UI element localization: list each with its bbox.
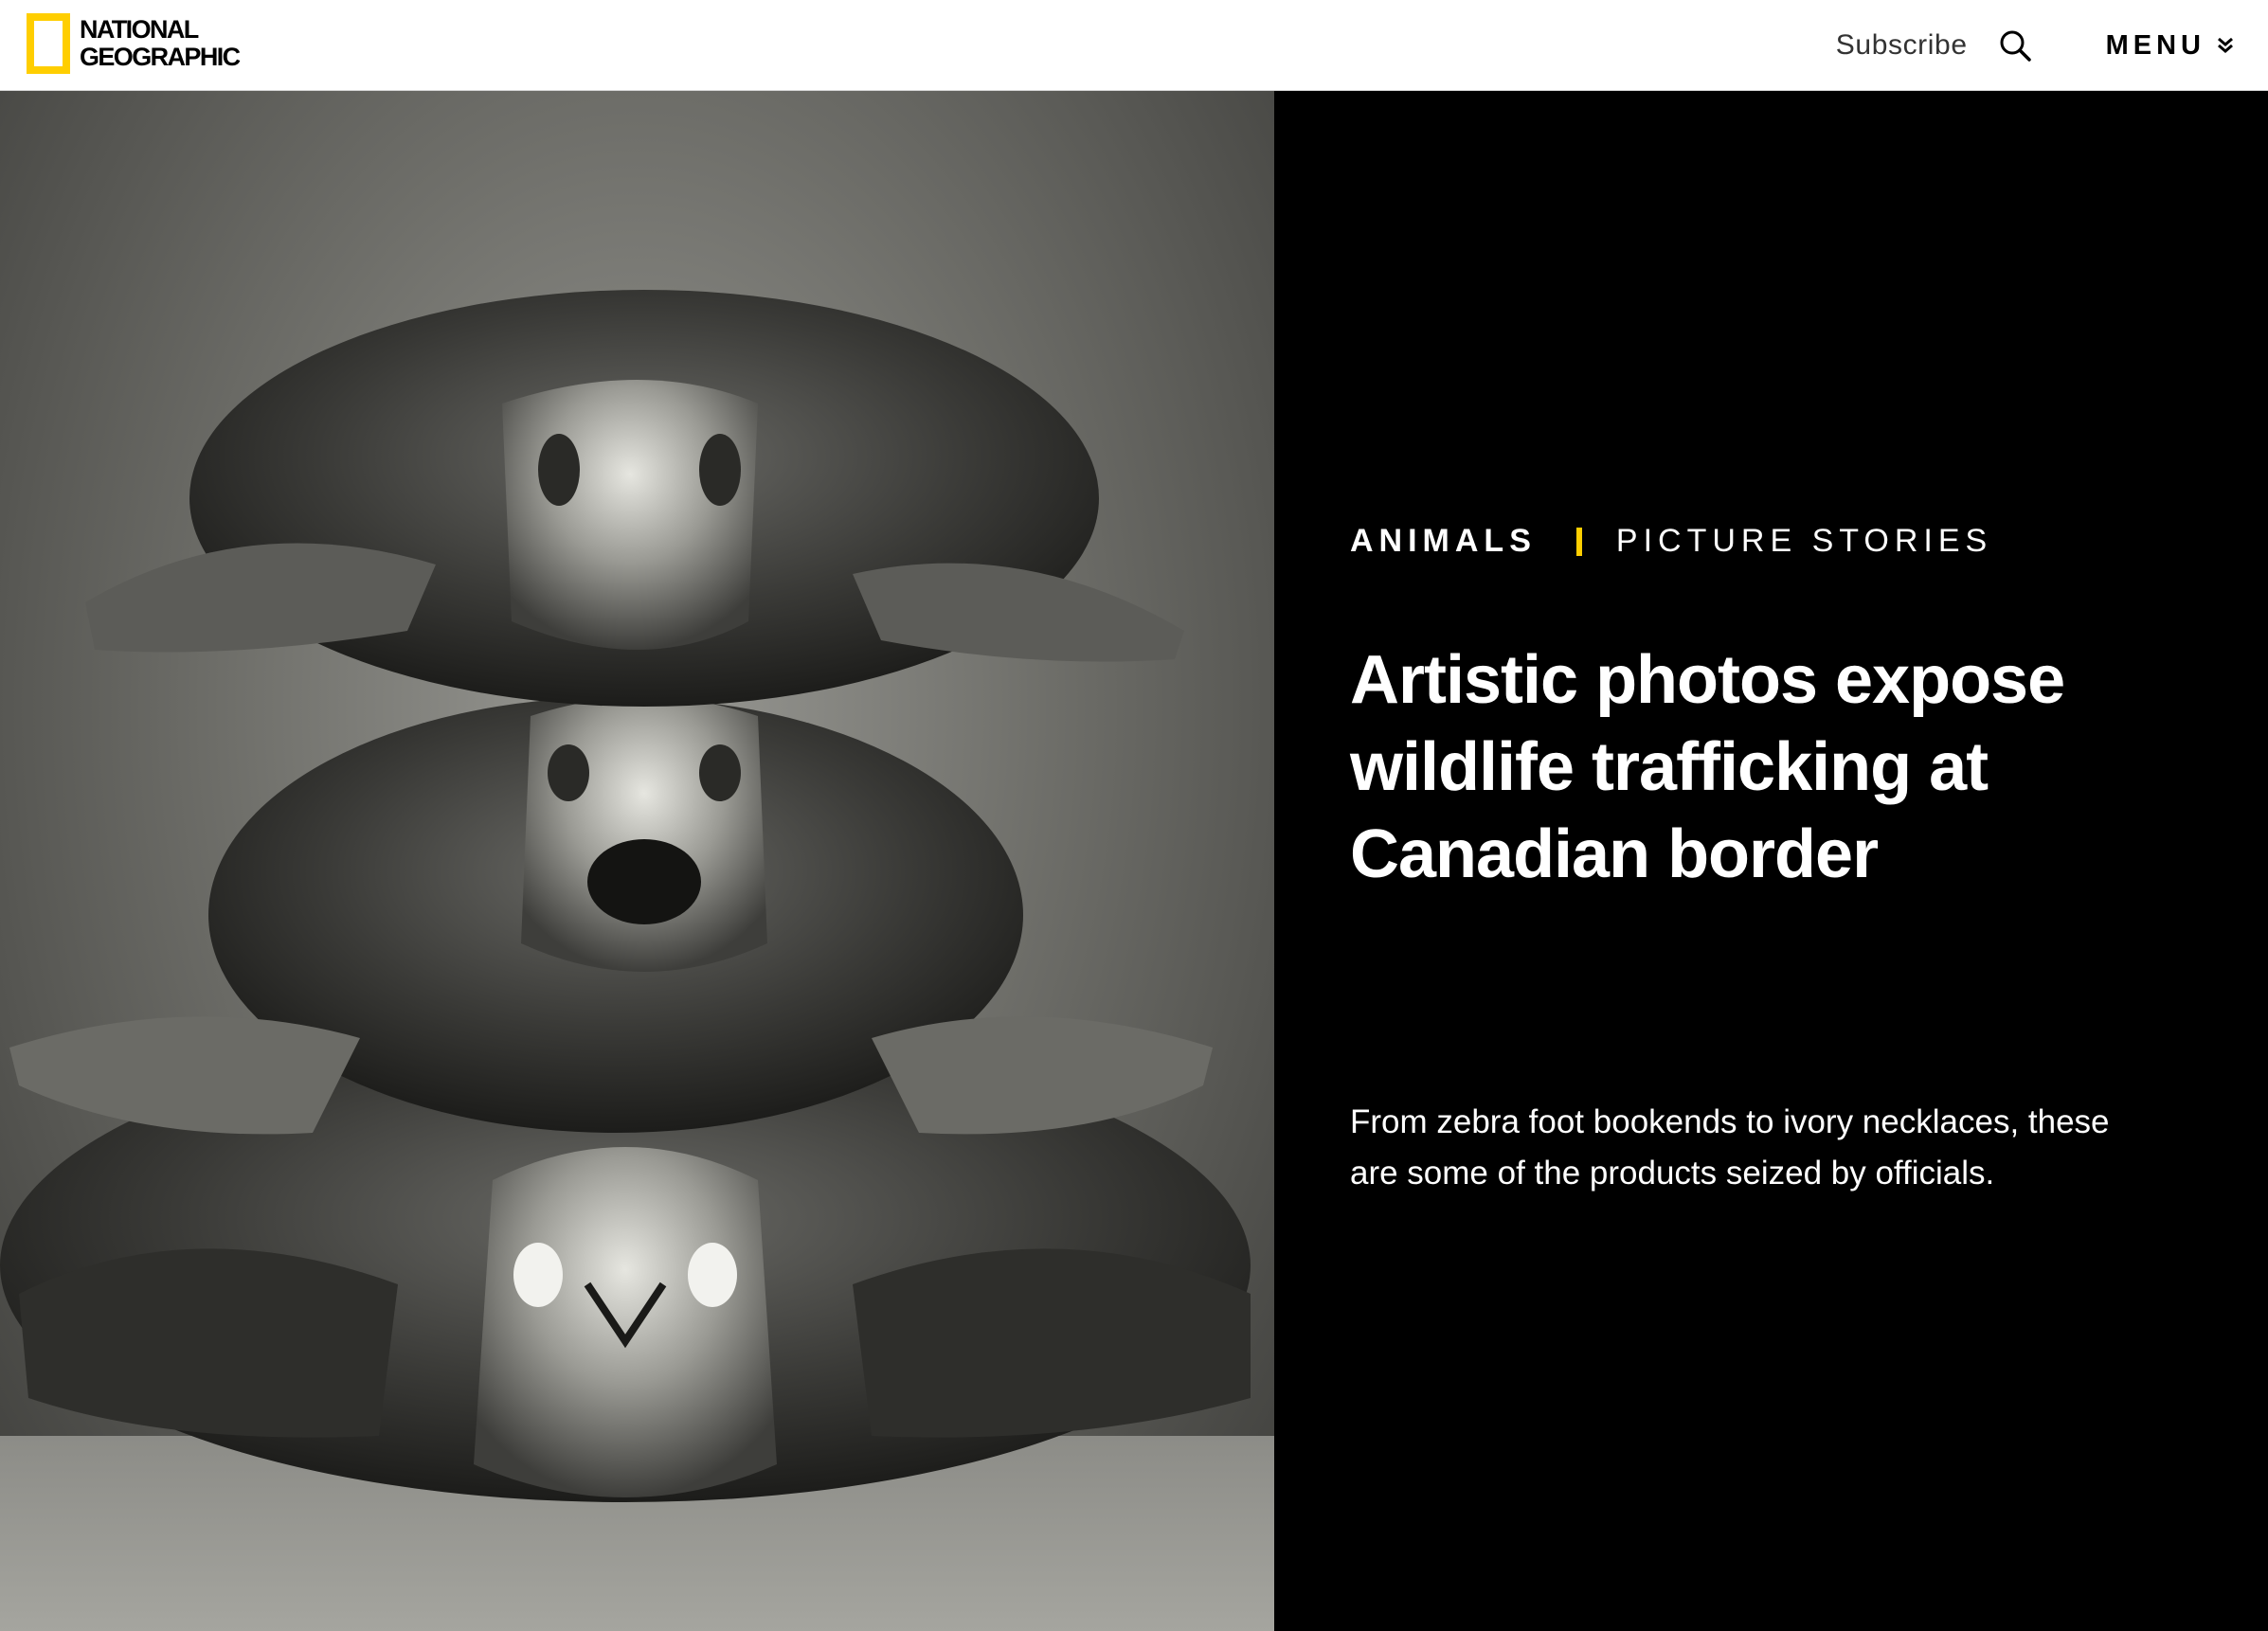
site-header: NATIONAL GEOGRAPHIC Subscribe MENU (0, 0, 2268, 91)
top-turtle (85, 290, 1184, 707)
kicker-divider (1575, 527, 1582, 556)
turtle-stack-illustration (0, 290, 1274, 1631)
header-actions: Subscribe MENU (1836, 0, 2234, 91)
category-link-picture-stories[interactable]: PICTURE STORIES (1616, 523, 1992, 560)
search-icon[interactable] (1996, 27, 2034, 64)
hero-text-panel: ANIMALS PICTURE STORIES Artistic photos … (1274, 91, 2268, 1631)
subscribe-link[interactable]: Subscribe (1836, 29, 1968, 62)
menu-label: MENU (2105, 29, 2205, 61)
middle-turtle (9, 697, 1213, 1135)
logo-line-1: NATIONAL (80, 15, 199, 44)
double-chevron-down-icon (2217, 36, 2234, 55)
article-headline: Artistic photos expose wildlife traffick… (1350, 642, 2065, 892)
menu-button[interactable]: MENU (2106, 30, 2234, 62)
category-kicker: ANIMALS PICTURE STORIES (1350, 523, 1992, 560)
logo-wordmark: NATIONAL GEOGRAPHIC (80, 15, 241, 71)
national-geographic-logo[interactable]: NATIONAL GEOGRAPHIC (27, 13, 241, 74)
article-dek: From zebra foot bookends to ivory neckla… (1350, 1103, 2110, 1192)
hero-photo (0, 91, 1274, 1631)
yellow-border-icon (27, 13, 70, 74)
logo-line-2: GEOGRAPHIC (80, 43, 241, 71)
category-link-animals[interactable]: ANIMALS (1350, 523, 1537, 560)
